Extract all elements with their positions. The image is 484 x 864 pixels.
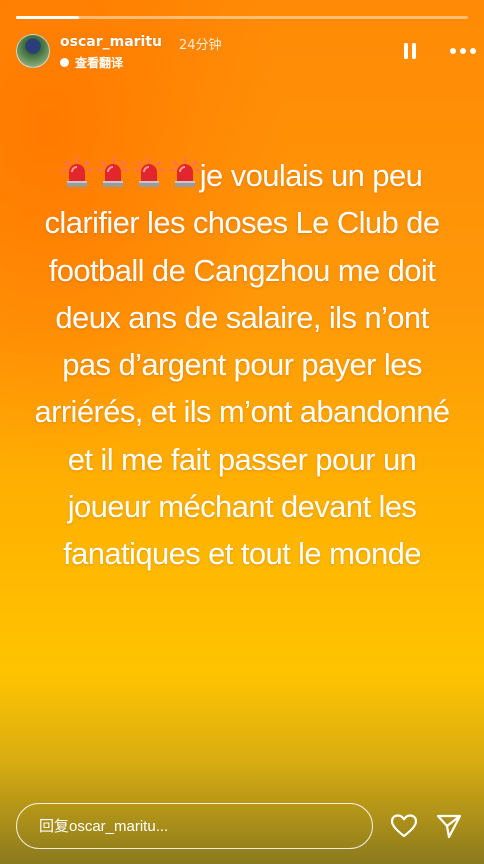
avatar[interactable] [16,34,50,68]
story-text-block: je voulais un peu clarifier les choses L… [28,152,456,578]
story-progress-fill [16,16,80,19]
like-button[interactable] [390,814,418,838]
send-button[interactable] [436,813,462,839]
dot-icon [60,58,69,67]
police-light-emojis [61,155,200,193]
pause-icon [404,43,416,59]
send-icon [436,814,462,839]
more-icon [450,48,476,54]
police-light-icon [169,155,200,187]
story-progress-bar [16,16,468,19]
translate-link[interactable]: 查看翻译 [60,54,123,71]
police-light-icon [133,155,164,187]
story-text: je voulais un peu clarifier les choses L… [34,158,450,572]
police-light-icon [97,155,128,187]
story-header: oscar_maritu 24分钟 查看翻译 [16,30,476,72]
reply-input[interactable] [16,803,373,849]
pause-button[interactable] [402,42,418,60]
translate-label: 查看翻译 [75,56,124,70]
time-ago: 24分钟 [179,38,222,53]
heart-icon [390,814,418,838]
username[interactable]: oscar_maritu [60,34,162,50]
story-viewer[interactable]: oscar_maritu 24分钟 查看翻译 je voulais un peu… [0,0,484,864]
more-options-button[interactable] [448,43,478,59]
police-light-icon [61,155,92,187]
reply-bar [16,803,373,849]
